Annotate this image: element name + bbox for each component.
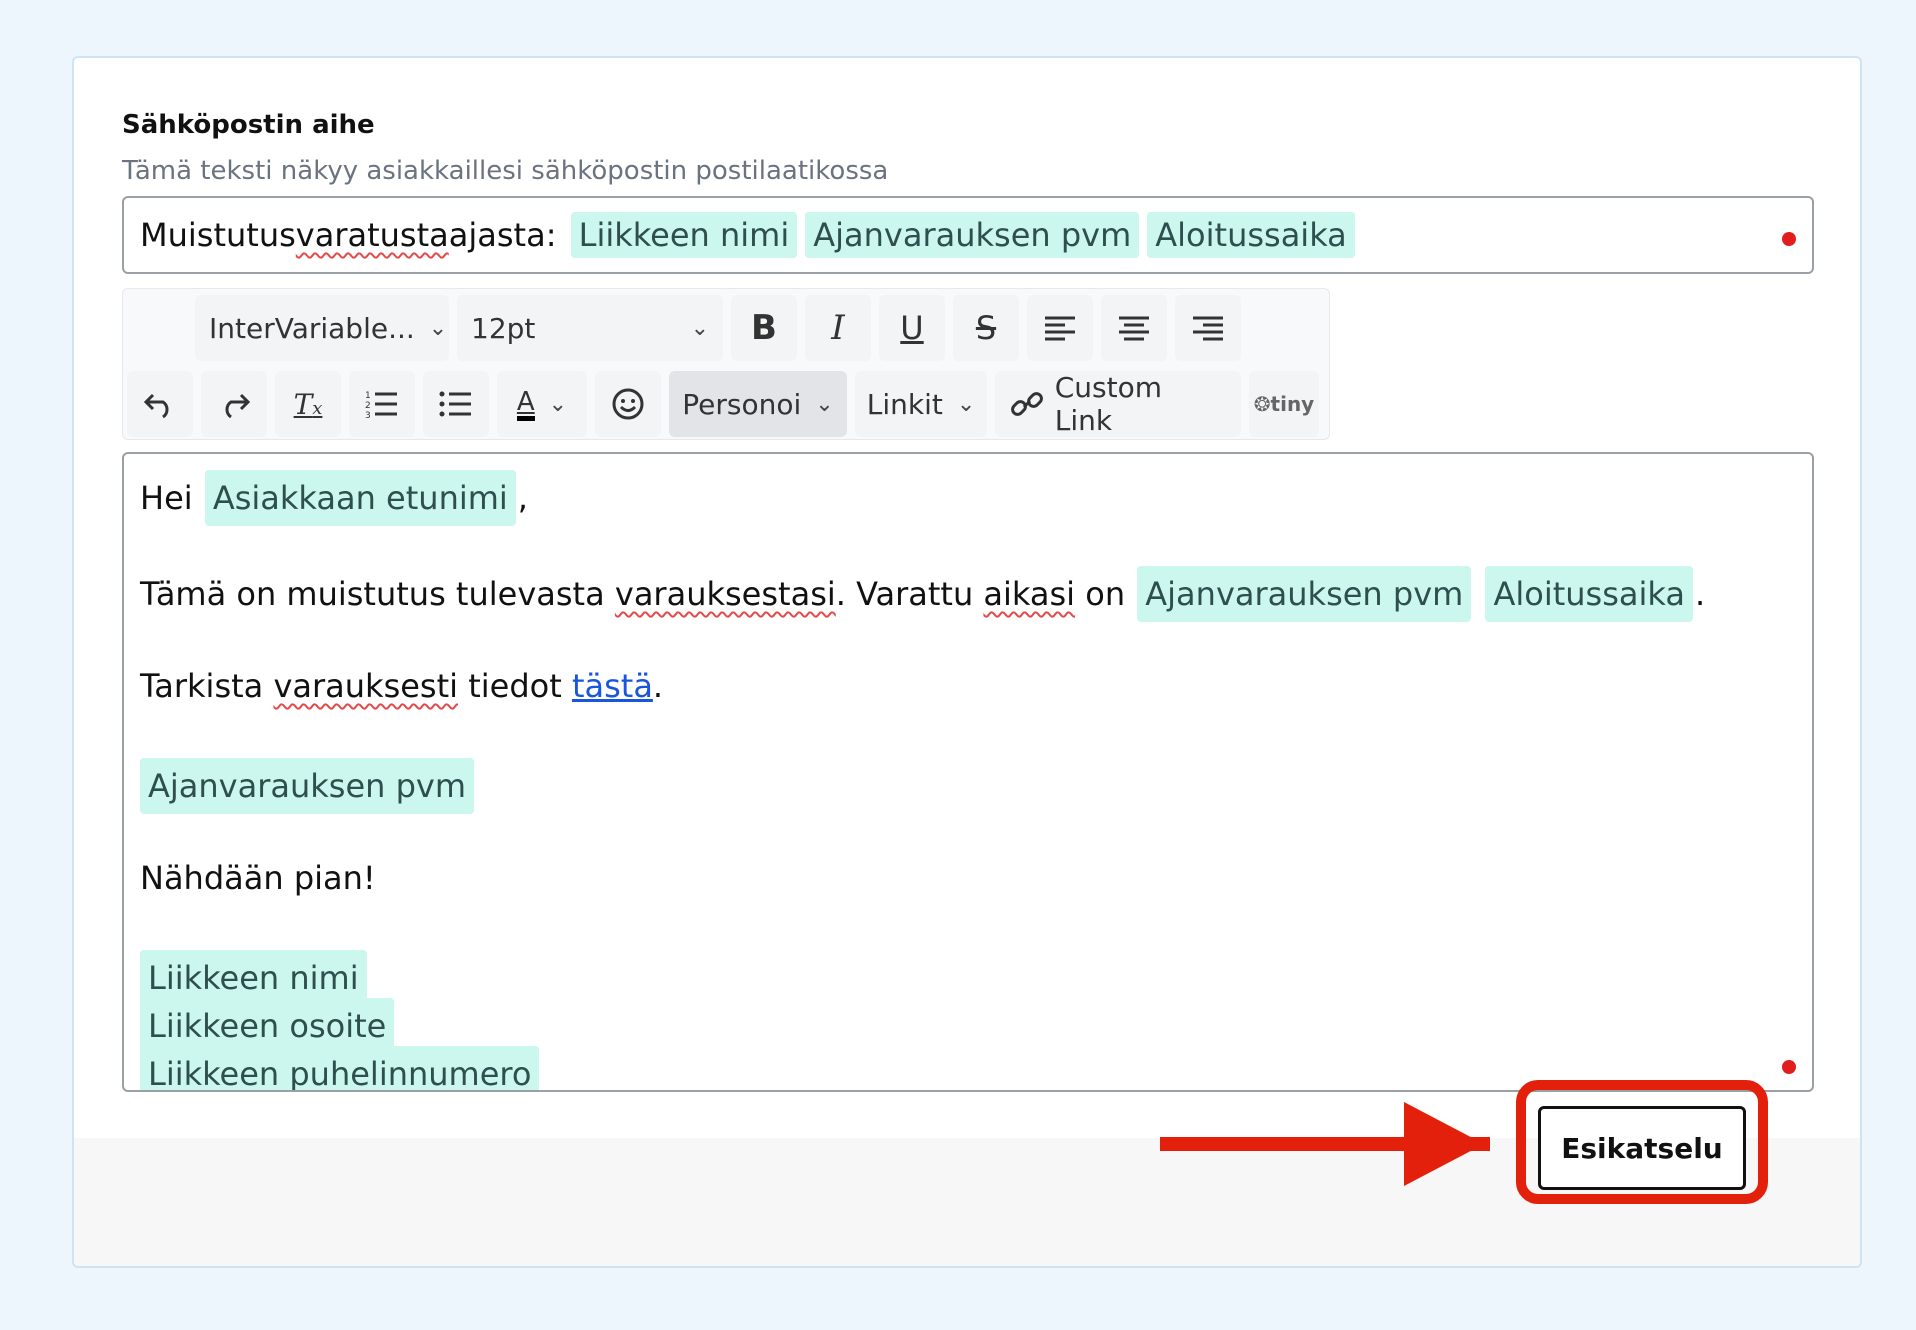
clear-formatting-icon: Tx <box>293 387 323 421</box>
reminder-line: Tämä on muistutus tulevasta varauksestas… <box>140 566 1796 622</box>
closing-line: Nähdään pian! <box>140 859 376 897</box>
check-spell: varauksesti <box>273 667 459 705</box>
undo-button[interactable] <box>127 371 193 437</box>
custom-link-button[interactable]: Custom Link <box>995 371 1241 437</box>
link-icon <box>1011 392 1043 416</box>
redo-button[interactable] <box>201 371 267 437</box>
personalize-menu-button[interactable]: Personoi ⌄ <box>669 371 847 437</box>
subject-input[interactable]: Muistutus varatusta ajasta: Liikkeen nim… <box>122 196 1814 274</box>
required-indicator <box>1782 1060 1796 1074</box>
svg-text:3: 3 <box>365 411 371 419</box>
annotation-highlight-box <box>1516 1080 1768 1204</box>
align-left-button[interactable] <box>1027 295 1093 361</box>
svg-text:1: 1 <box>365 391 371 401</box>
custom-link-label: Custom Link <box>1054 371 1163 437</box>
reminder-text-a: Tämä on muistutus tulevasta <box>140 575 615 613</box>
greeting-end: , <box>517 479 528 517</box>
date-line: Ajanvarauksen pvm <box>140 758 1796 814</box>
check-text-b: tiedot <box>458 667 572 705</box>
booking-details-link[interactable]: tästä <box>572 667 653 705</box>
links-label: Linkit <box>866 387 943 421</box>
font-family-value: InterVariable... <box>209 311 415 345</box>
align-right-icon <box>1193 316 1223 341</box>
undo-icon <box>143 393 169 419</box>
links-menu-button[interactable]: Linkit ⌄ <box>855 371 987 437</box>
subject-tag-start-time[interactable]: Aloitussaika <box>1147 212 1355 258</box>
chevron-down-icon: ⌄ <box>428 315 448 341</box>
required-indicator <box>1782 232 1796 246</box>
text-color-button[interactable]: A ⌄ <box>497 371 587 437</box>
reminder-text-c: on <box>1075 575 1126 613</box>
subject-text-suffix: ajasta: <box>448 216 557 254</box>
reminder-text-b: . Varattu <box>835 575 984 613</box>
subject-help-text: Tämä teksti näkyy asiakkaillesi sähköpos… <box>122 156 889 186</box>
editor-toolbar: InterVariable... ⌄ 12pt ⌄ B I U S Tx 1 2… <box>122 288 1330 440</box>
subject-text-prefix: Muistutus <box>140 216 296 254</box>
signature-line-2: Liikkeen osoite <box>140 998 1796 1054</box>
chevron-down-icon: ⌄ <box>690 315 709 341</box>
tiny-brand[interactable]: ❂ tiny <box>1249 371 1319 437</box>
font-family-select[interactable]: InterVariable... ⌄ <box>195 295 449 361</box>
redo-icon <box>225 393 251 419</box>
align-center-icon <box>1119 316 1149 341</box>
email-body-editor[interactable]: Hei Asiakkaan etunimi, Tämä on muistutus… <box>122 452 1814 1092</box>
align-right-button[interactable] <box>1175 295 1241 361</box>
subject-label: Sähköpostin aihe <box>122 110 375 140</box>
font-size-select[interactable]: 12pt ⌄ <box>457 295 723 361</box>
bullet-list-icon <box>439 391 471 417</box>
greeting-text: Hei <box>140 479 193 517</box>
tag-booking-date-standalone[interactable]: Ajanvarauksen pvm <box>140 758 475 814</box>
numbered-list-icon: 123 <box>365 391 397 419</box>
align-left-icon <box>1045 316 1075 341</box>
tag-customer-firstname[interactable]: Asiakkaan etunimi <box>204 470 516 526</box>
tiny-logo-icon: ❂ <box>1253 392 1271 416</box>
chevron-down-icon: ⌄ <box>956 391 976 417</box>
bullet-list-button[interactable] <box>423 371 489 437</box>
underline-icon: U <box>900 309 924 347</box>
bold-icon: B <box>751 308 777 348</box>
annotation-arrow-icon <box>1404 1102 1484 1186</box>
numbered-list-button[interactable]: 123 <box>349 371 415 437</box>
bold-button[interactable]: B <box>731 295 797 361</box>
signature-line-1: Liikkeen nimi <box>140 950 1796 1006</box>
font-size-value: 12pt <box>471 311 536 345</box>
chevron-down-icon: ⌄ <box>548 391 568 417</box>
tag-business-phone[interactable]: Liikkeen puhelinnumero <box>140 1046 540 1090</box>
italic-button[interactable]: I <box>805 295 871 361</box>
tag-booking-date[interactable]: Ajanvarauksen pvm <box>1137 566 1472 622</box>
strikethrough-button[interactable]: S <box>953 295 1019 361</box>
svg-text:2: 2 <box>365 401 371 411</box>
italic-icon: I <box>831 308 845 348</box>
reminder-end: . <box>1694 575 1706 613</box>
underline-button[interactable]: U <box>879 295 945 361</box>
reminder-spell-1: varauksestasi <box>614 575 836 613</box>
personalize-label: Personoi <box>682 387 802 421</box>
check-end: . <box>652 667 664 705</box>
greeting-line: Hei Asiakkaan etunimi, <box>140 470 1796 526</box>
emoji-icon <box>612 388 644 420</box>
check-text-a: Tarkista <box>140 667 274 705</box>
check-line: Tarkista varauksesti tiedot tästä. <box>140 662 1796 710</box>
chevron-down-icon: ⌄ <box>815 391 834 417</box>
text-color-icon: A <box>516 388 535 421</box>
subject-tag-business-name[interactable]: Liikkeen nimi <box>570 212 798 258</box>
strikethrough-icon: S <box>975 309 997 347</box>
subject-tag-booking-date[interactable]: Ajanvarauksen pvm <box>805 212 1140 258</box>
subject-text-spell: varatusta <box>295 216 449 254</box>
tiny-brand-label: tiny <box>1270 392 1315 416</box>
emoji-button[interactable] <box>595 371 661 437</box>
align-center-button[interactable] <box>1101 295 1167 361</box>
reminder-spell-2: aikasi <box>983 575 1076 613</box>
tag-start-time[interactable]: Aloitussaika <box>1485 566 1693 622</box>
clear-formatting-button[interactable]: Tx <box>275 371 341 437</box>
